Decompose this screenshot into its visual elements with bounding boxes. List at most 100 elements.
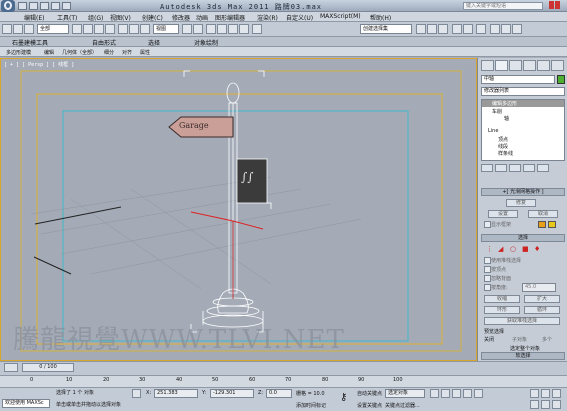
- pivot-center-icon[interactable]: [182, 24, 192, 34]
- key-icon[interactable]: ⚷: [340, 392, 354, 406]
- y-coordinate-field[interactable]: -129.301: [210, 389, 254, 398]
- named-selection-set-select[interactable]: 创建选择集: [360, 24, 412, 34]
- grow-button[interactable]: 扩大: [524, 295, 560, 303]
- menu-rendering[interactable]: 渲染(R): [257, 13, 278, 22]
- ribbon-geometry-all[interactable]: 几何体（全部）: [62, 49, 97, 56]
- menu-help[interactable]: 帮助(H): [370, 13, 391, 22]
- use-stack-selection-checkbox[interactable]: 使用堆栈选择: [484, 257, 521, 264]
- window-controls[interactable]: [548, 1, 566, 11]
- edit-named-sel-icon[interactable]: [252, 24, 262, 34]
- element-mode-icon[interactable]: ♦: [534, 245, 540, 253]
- tab-selection[interactable]: 选择: [148, 38, 160, 47]
- lock-selection-icon[interactable]: [132, 389, 141, 398]
- ribbon-subdivision[interactable]: 细分: [104, 49, 114, 56]
- app-logo-icon[interactable]: [1, 0, 15, 12]
- track-bar[interactable]: [0, 375, 567, 387]
- maxscript-listener[interactable]: 欢迎使用 MAXSc: [2, 399, 50, 408]
- angle-input[interactable]: 45.0: [522, 283, 556, 292]
- reference-coord-select[interactable]: 视图: [153, 24, 179, 34]
- render-production-icon[interactable]: [512, 24, 522, 34]
- shrink-button[interactable]: 收缩: [484, 295, 520, 303]
- motion-tab-icon[interactable]: [523, 60, 536, 71]
- orbit-icon[interactable]: [552, 389, 561, 398]
- preview-multi-radio[interactable]: 多个: [542, 336, 552, 343]
- curve-editor-icon[interactable]: [452, 24, 462, 34]
- go-to-end-icon[interactable]: [474, 389, 483, 398]
- frame-color-swatch[interactable]: [538, 221, 546, 228]
- search-input[interactable]: 键入关键字或短语: [463, 2, 543, 10]
- menu-maxscript[interactable]: MAXScript(M): [320, 13, 361, 20]
- stack-item-axis[interactable]: 轴: [504, 115, 509, 122]
- modify-tab-icon[interactable]: [495, 60, 508, 71]
- utilities-tab-icon[interactable]: [551, 60, 564, 71]
- preview-off-radio[interactable]: 关闭: [484, 336, 494, 343]
- tab-freeform[interactable]: 自由形式: [92, 38, 116, 47]
- menu-animation[interactable]: 动画: [196, 13, 208, 22]
- by-vertex-checkbox[interactable]: 按顶点: [484, 266, 506, 273]
- cancel-button[interactable]: 取消: [528, 210, 558, 218]
- rect-selection-icon[interactable]: [94, 24, 104, 34]
- make-unique-icon[interactable]: [509, 164, 521, 172]
- ribbon-align[interactable]: 对齐: [122, 49, 132, 56]
- angle-snap-icon[interactable]: [217, 24, 227, 34]
- link-icon[interactable]: [24, 24, 34, 34]
- open-file-icon[interactable]: [29, 2, 38, 10]
- rendered-frame-icon[interactable]: [501, 24, 511, 34]
- ribbon-properties[interactable]: 属性: [140, 49, 150, 56]
- mirror-icon[interactable]: [416, 24, 426, 34]
- remove-modifier-icon[interactable]: [523, 164, 535, 172]
- zoom-extents-icon[interactable]: [530, 400, 539, 409]
- set-key-button[interactable]: 设置关键点: [357, 402, 382, 409]
- stack-item-spline[interactable]: 样条线: [498, 150, 513, 157]
- window-crossing-icon[interactable]: [105, 24, 115, 34]
- stack-item-vertex[interactable]: 顶点: [498, 136, 508, 143]
- frame-color-swatch-2[interactable]: [548, 221, 556, 228]
- rollout-smooth-mesh[interactable]: +[ 光滑网格操作 ]: [481, 188, 565, 196]
- auto-key-button[interactable]: 自动关键点: [357, 390, 382, 397]
- polygon-mode-icon[interactable]: ■: [522, 245, 529, 253]
- create-tab-icon[interactable]: [481, 60, 494, 71]
- menu-graph-editors[interactable]: 图形编辑器: [215, 13, 245, 22]
- redo-icon[interactable]: [62, 2, 71, 10]
- ribbon-polygon-modeling[interactable]: 多边形建模: [6, 49, 31, 56]
- modifier-list-select[interactable]: 修改器列表: [481, 87, 565, 96]
- vertex-mode-icon[interactable]: ⋮: [486, 245, 493, 253]
- stack-item-lathe[interactable]: 车削: [492, 108, 502, 115]
- stack-item-edit-poly[interactable]: 编辑多边形: [492, 100, 517, 107]
- perspective-viewport[interactable]: [ + ] [ Persp ] [ 线框 ] ∫∫ Garage 騰龍視覺WWW…: [0, 58, 477, 361]
- hierarchy-tab-icon[interactable]: [509, 60, 522, 71]
- stack-item-line[interactable]: Line: [488, 128, 498, 134]
- ribbon-edit[interactable]: 编辑: [44, 49, 54, 56]
- preview-subobject-radio[interactable]: 子对象: [512, 336, 527, 343]
- spinner-snap-icon[interactable]: [239, 24, 249, 34]
- move-icon[interactable]: [118, 24, 128, 34]
- undo-button[interactable]: [2, 24, 12, 34]
- get-stack-selection-button[interactable]: 获取堆栈选择: [484, 317, 560, 325]
- display-tab-icon[interactable]: [537, 60, 550, 71]
- select-manipulate-icon[interactable]: [193, 24, 203, 34]
- maximize-viewport-icon[interactable]: [552, 400, 561, 409]
- rollout-soft-selection[interactable]: 软选择: [481, 352, 565, 360]
- key-filters-button[interactable]: 关键点过滤器...: [385, 402, 420, 409]
- z-coordinate-field[interactable]: 0.0: [266, 389, 292, 398]
- scale-icon[interactable]: [140, 24, 150, 34]
- pan-icon[interactable]: [541, 389, 550, 398]
- rotate-icon[interactable]: [129, 24, 139, 34]
- render-setup-icon[interactable]: [490, 24, 500, 34]
- material-editor-icon[interactable]: [476, 24, 486, 34]
- rollout-selection[interactable]: 选择: [481, 234, 565, 242]
- object-name-field[interactable]: 中轴: [481, 75, 555, 84]
- undo-icon[interactable]: [51, 2, 60, 10]
- by-angle-checkbox[interactable]: 按角度:: [484, 284, 508, 291]
- configure-sets-icon[interactable]: [537, 164, 549, 172]
- ring-button[interactable]: 环形: [484, 306, 520, 314]
- tab-object-paint[interactable]: 对象绘制: [194, 38, 218, 47]
- mini-curve-editor-icon[interactable]: [4, 363, 18, 372]
- add-time-tag-button[interactable]: 添加时间标记: [296, 402, 326, 409]
- select-by-name-icon[interactable]: [83, 24, 93, 34]
- menu-group[interactable]: 组(G): [88, 13, 103, 22]
- selected-object-select[interactable]: 选定对象: [385, 389, 425, 398]
- object-color-swatch[interactable]: [557, 75, 565, 84]
- field-of-view-icon[interactable]: [541, 400, 550, 409]
- menu-edit[interactable]: 编辑(E): [24, 13, 44, 22]
